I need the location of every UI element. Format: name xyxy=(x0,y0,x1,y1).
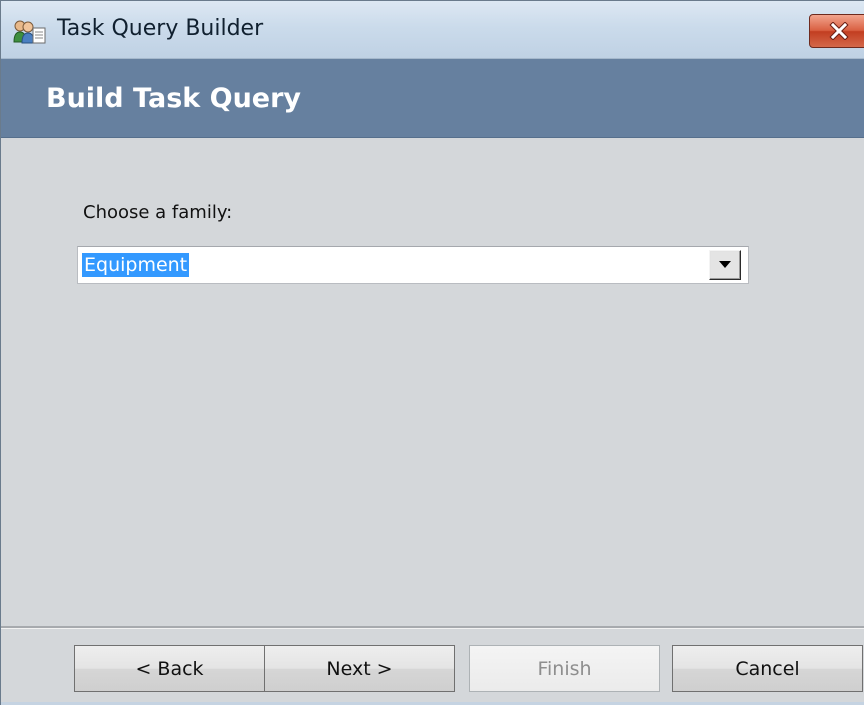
people-document-icon xyxy=(13,19,47,45)
family-dropdown-button[interactable] xyxy=(709,250,741,280)
wizard-content: Choose a family: Equipment xyxy=(1,138,864,626)
family-select-value[interactable]: Equipment xyxy=(82,253,190,277)
window-title: Task Query Builder xyxy=(57,16,264,41)
finish-button[interactable]: Finish xyxy=(469,645,660,692)
next-button[interactable]: Next > xyxy=(264,645,455,692)
family-select[interactable]: Equipment xyxy=(77,246,749,284)
family-label: Choose a family: xyxy=(83,202,233,223)
title-bar[interactable]: Task Query Builder xyxy=(1,1,864,59)
cancel-button[interactable]: Cancel xyxy=(672,645,863,692)
back-button[interactable]: < Back xyxy=(74,645,265,692)
wizard-header: Build Task Query xyxy=(1,59,864,138)
close-button[interactable] xyxy=(809,14,864,48)
page-title: Build Task Query xyxy=(46,83,302,114)
wizard-button-bar: < Back Next > Finish Cancel xyxy=(1,629,864,705)
task-query-builder-window: Task Query Builder Build Task Query Choo… xyxy=(0,0,864,705)
